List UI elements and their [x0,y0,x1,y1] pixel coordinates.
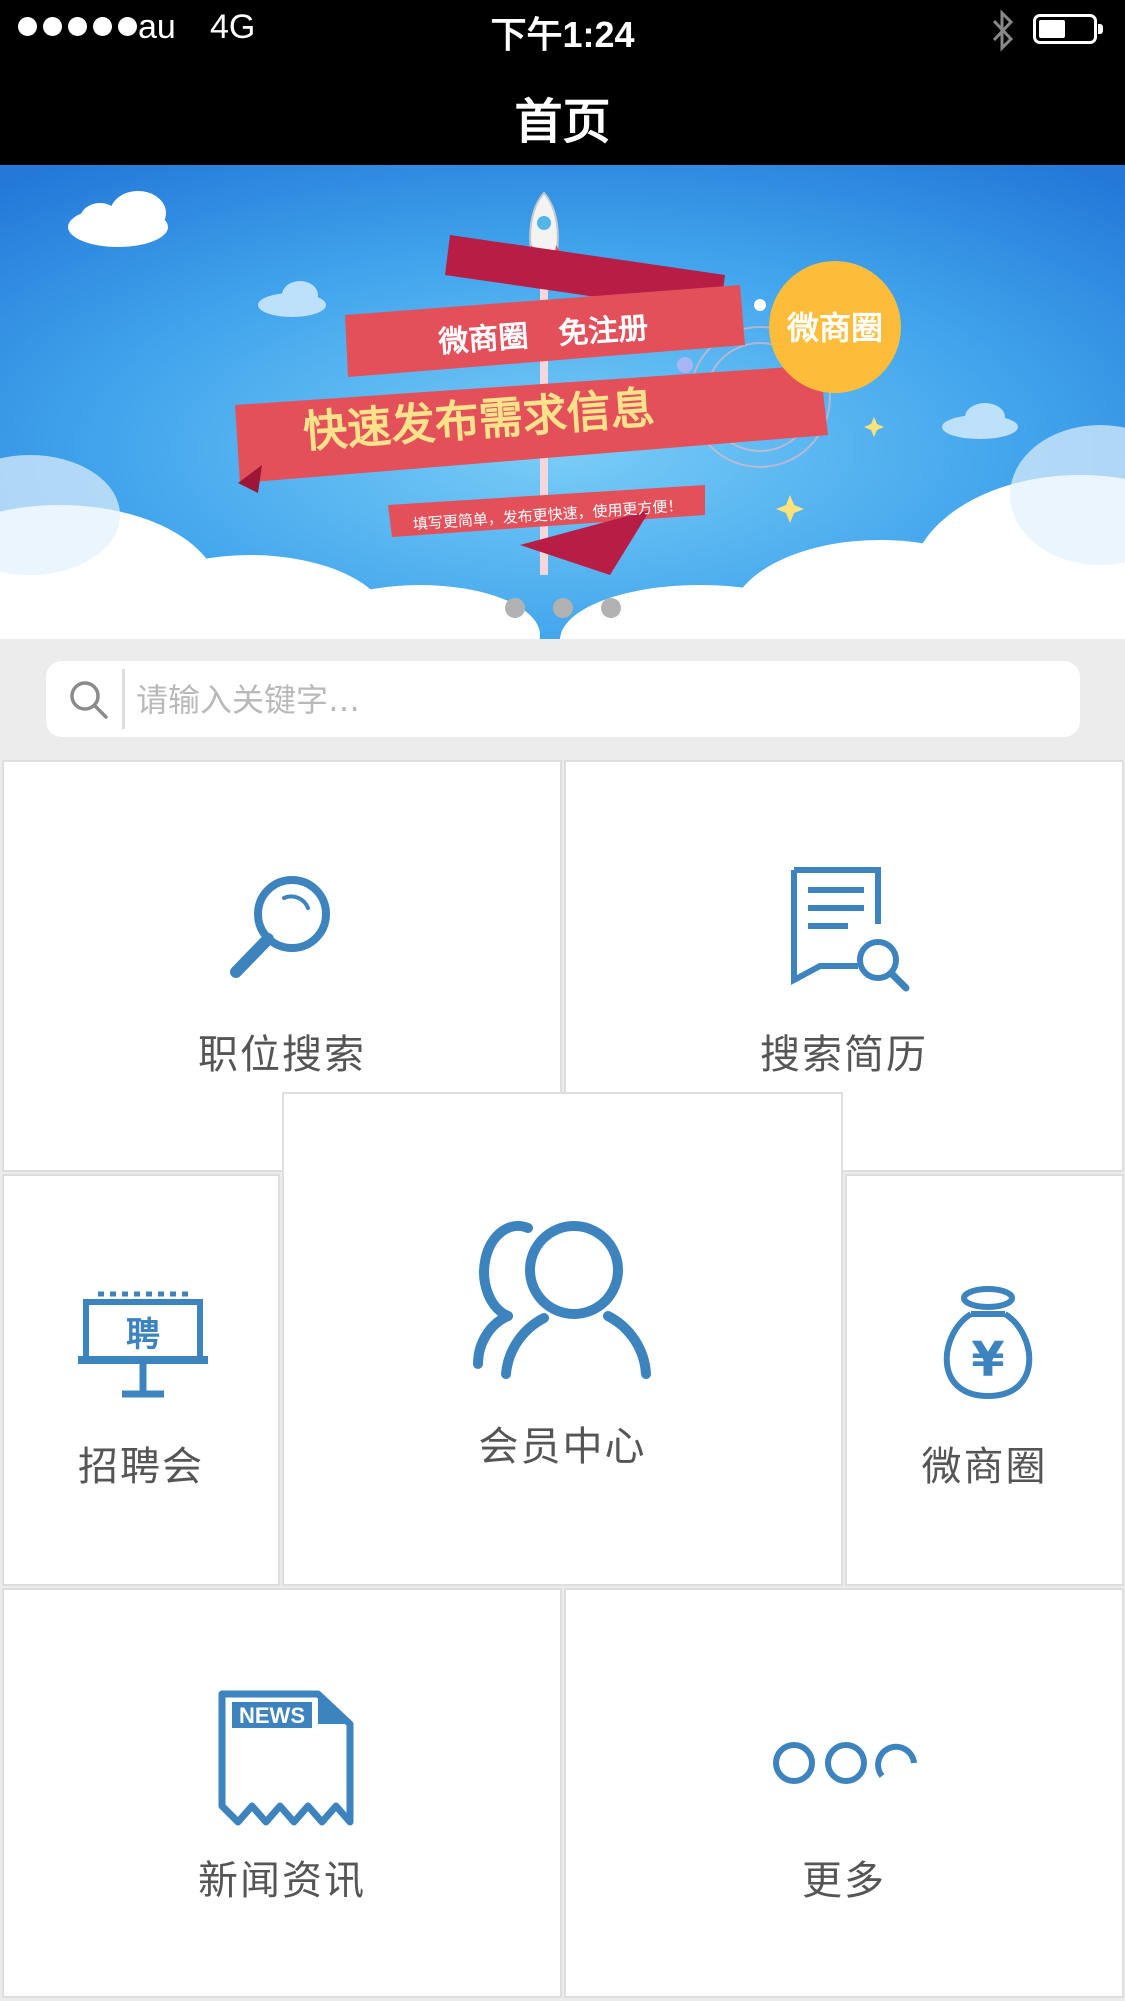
carousel-indicator[interactable] [0,598,1125,618]
tile-label: 新闻资讯 [198,1858,366,1904]
carousel-dot[interactable] [552,598,573,618]
tile-label: 更多 [802,1858,886,1904]
tile-label: 微商圈 [921,1444,1048,1490]
job-fair-sign-icon: 聘 [78,1291,208,1398]
svg-text:NEWS: NEWS [239,1703,305,1728]
carousel-dot[interactable] [504,598,525,618]
newspaper-icon: NEWS [218,1690,354,1826]
banner-carousel[interactable]: 微商圈 免注册 快速发布需求信息 填写更简单，发布更快速，使用更方便！ 微商圈 [0,165,1125,639]
search-input[interactable] [134,667,1058,733]
status-bar: au 4G 下午1:24 [0,0,1125,62]
svg-text:聘: 聘 [126,1315,160,1355]
tile-member-center[interactable]: 会员中心 [282,1092,843,1586]
tile-more[interactable]: 更多 [564,1588,1124,1998]
banner-image: 微商圈 免注册 快速发布需求信息 填写更简单，发布更快速，使用更方便！ 微商圈 [0,165,1125,639]
clock: 下午1:24 [490,14,635,55]
tile-job-fair[interactable]: 聘 招聘会 [2,1174,280,1586]
tile-label: 职位搜索 [198,1032,366,1078]
bluetooth-icon [992,9,1014,52]
tile-label: 会员中心 [478,1424,647,1470]
search-icon [70,681,108,719]
more-dots-icon [773,1742,917,1784]
navigation-bar: 首页 [0,62,1125,165]
carousel-dot[interactable] [600,598,621,618]
tile-wechat-circle[interactable]: ¥ 微商圈 [845,1174,1124,1586]
search-bar [0,639,1125,758]
resume-search-icon [791,867,910,992]
badge-text: 微商圈 [786,309,883,347]
tile-label: 招聘会 [78,1444,204,1490]
tile-label: 搜索简历 [760,1032,928,1078]
search-box[interactable] [46,661,1080,737]
svg-text:¥: ¥ [971,1332,1004,1388]
users-icon [473,1221,651,1379]
search-divider [122,669,125,729]
page-title: 首页 [514,94,611,150]
battery-icon [1033,14,1103,44]
tile-news[interactable]: NEWS 新闻资讯 [2,1588,562,1998]
magnifier-icon [230,876,330,978]
money-bag-icon: ¥ [943,1286,1033,1400]
